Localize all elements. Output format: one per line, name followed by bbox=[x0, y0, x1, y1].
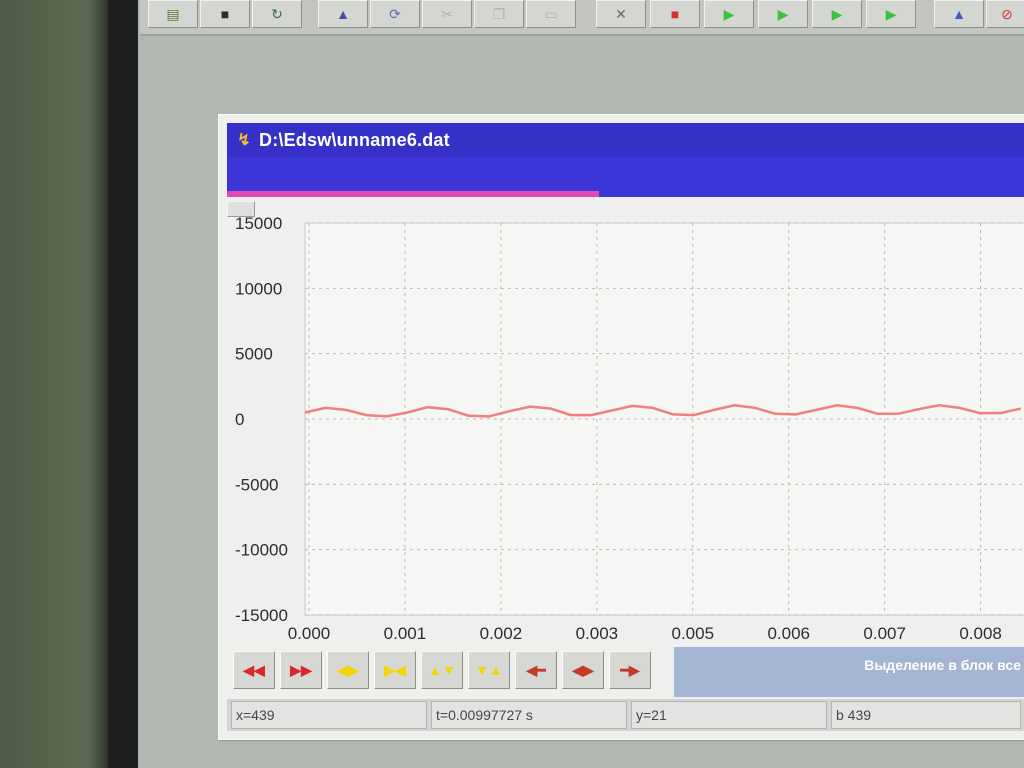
cut-icon[interactable]: ✂ bbox=[422, 0, 472, 28]
x-tick-label: 0.008 bbox=[959, 624, 1002, 643]
monitor-bezel-edge bbox=[108, 0, 138, 768]
shift-left-icon[interactable]: ◀━ bbox=[515, 651, 557, 689]
signal-window: ↯ D:\Edsw\unname6.dat 15000 10000 5000 0 -50… bbox=[218, 114, 1024, 740]
signal-peak-icon[interactable]: ▲ bbox=[318, 0, 368, 28]
stop-icon[interactable]: ■ bbox=[650, 0, 700, 28]
window-title: D:\Edsw\unname6.dat bbox=[259, 129, 450, 150]
x-tick-label: 0.006 bbox=[767, 624, 810, 643]
save-disk-icon[interactable]: ■ bbox=[200, 0, 250, 28]
shift-right-icon[interactable]: ━▶ bbox=[609, 651, 651, 689]
app-icon: ↯ bbox=[237, 132, 251, 149]
y-tick-label: 5000 bbox=[235, 345, 273, 364]
zoom-in-vertical-icon[interactable]: ▲▼ bbox=[421, 651, 463, 689]
y-tick-label: -15000 bbox=[235, 606, 288, 625]
fit-icon[interactable]: ◀▶ bbox=[562, 651, 604, 689]
selection-indicator bbox=[227, 191, 599, 197]
record-icon[interactable]: ▶ bbox=[758, 0, 808, 28]
y-tick-label: 15000 bbox=[235, 215, 282, 233]
x-axis-ticks: 0.000 0.001 0.002 0.003 0.005 0.006 0.007 0.008 bbox=[288, 624, 1002, 643]
status-y: y=21 bbox=[631, 701, 827, 729]
y-axis-ticks: 15000 10000 5000 0 -5000 -10000 -15000 bbox=[235, 215, 288, 625]
y-tick-label: 0 bbox=[235, 410, 244, 429]
y-tick-label: -5000 bbox=[235, 475, 278, 494]
step-icon[interactable]: ▶ bbox=[812, 0, 862, 28]
scroll-right-fast-icon[interactable]: ▶▶ bbox=[280, 651, 322, 689]
play-icon[interactable]: ▶ bbox=[704, 0, 754, 28]
monitor-bezel bbox=[0, 0, 110, 768]
x-tick-label: 0.005 bbox=[672, 624, 715, 643]
signal-chart[interactable]: 150001000050000-5000-10000-15000 0.000 0.… bbox=[227, 215, 1024, 647]
x-tick-label: 0.001 bbox=[384, 624, 427, 643]
status-time: t=0.00997727 s bbox=[431, 701, 627, 729]
zoom-out-horizontal-icon[interactable]: ▶◀ bbox=[374, 651, 416, 689]
y-tick-label: -10000 bbox=[235, 541, 288, 560]
status-b: b 439 bbox=[831, 701, 1021, 729]
status-bar: x=439 t=0.00997727 s y=21 b 439 bbox=[227, 699, 1024, 731]
x-tick-label: 0.003 bbox=[576, 624, 619, 643]
spectrum-icon[interactable]: ▲ bbox=[934, 0, 984, 28]
open-folder-icon[interactable]: ▤ bbox=[148, 0, 198, 28]
hint-panel: Выделение в блок все bbox=[674, 647, 1024, 697]
window-titlebar[interactable]: ↯ D:\Edsw\unname6.dat bbox=[227, 123, 1024, 157]
x-tick-label: 0.000 bbox=[288, 624, 331, 643]
copy-icon[interactable]: ❐ bbox=[474, 0, 524, 28]
no-entry-icon[interactable]: ⊘ bbox=[986, 0, 1024, 28]
main-toolbar: ▤ ■ ↻ ▲ ⟳ ✂ ❐ ▭ ✕ ■ ▶ ▶ ▶ ▶ ▲ ⊘ bbox=[140, 0, 1024, 36]
scroll-left-fast-icon[interactable]: ◀◀ bbox=[233, 651, 275, 689]
measure-icon[interactable]: ✕ bbox=[596, 0, 646, 28]
y-tick-label: 10000 bbox=[235, 279, 282, 298]
fast-forward-icon[interactable]: ▶ bbox=[866, 0, 916, 28]
x-tick-label: 0.002 bbox=[480, 624, 523, 643]
navigation-controls: ◀◀ ▶▶ ◀▶ ▶◀ ▲▼ ▼▲ ◀━ ◀▶ ━▶ bbox=[233, 649, 673, 691]
x-tick-label: 0.007 bbox=[863, 624, 906, 643]
zoom-in-horizontal-icon[interactable]: ◀▶ bbox=[327, 651, 369, 689]
paste-icon[interactable]: ▭ bbox=[526, 0, 576, 28]
sync-icon[interactable]: ⟳ bbox=[370, 0, 420, 28]
zoom-out-vertical-icon[interactable]: ▼▲ bbox=[468, 651, 510, 689]
refresh-icon[interactable]: ↻ bbox=[252, 0, 302, 28]
status-x: x=439 bbox=[231, 701, 427, 729]
